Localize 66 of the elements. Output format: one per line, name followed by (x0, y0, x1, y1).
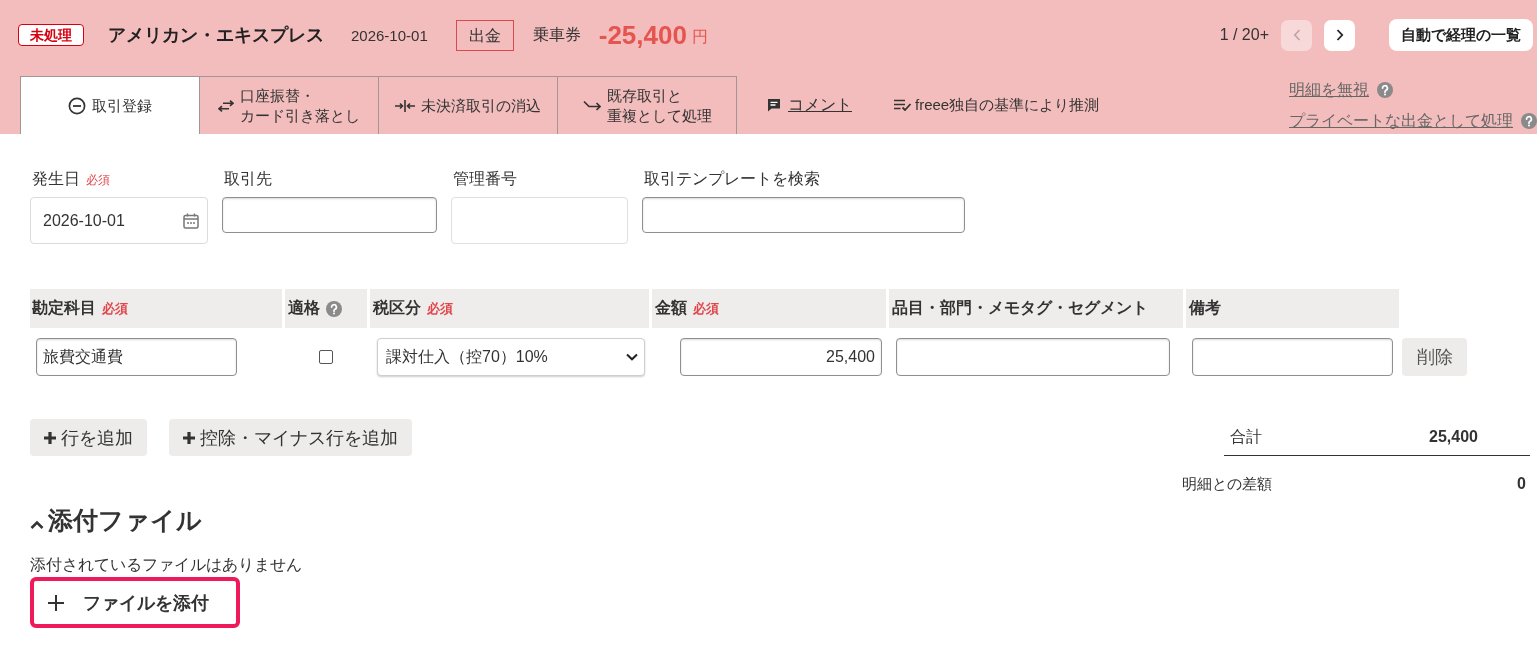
column-label: 品目・部門・メモタグ・セグメント (892, 298, 1148, 318)
date-field[interactable]: 2026-10-01 (30, 197, 208, 244)
summary-label: 合計 (1230, 426, 1262, 447)
caret-icon (626, 353, 638, 361)
help-icon[interactable] (1521, 113, 1537, 129)
required-label: 必須 (427, 299, 453, 318)
plus-icon (43, 430, 57, 445)
field-label: 管理番号 (453, 169, 517, 189)
action-link[interactable]: 明細を無視 (1289, 80, 1369, 100)
calendar-icon[interactable] (183, 212, 199, 229)
next-button[interactable] (1324, 19, 1355, 51)
help-icon[interactable] (326, 300, 342, 317)
column-label: 適格 (288, 298, 320, 318)
field-label: 発生日 (32, 169, 80, 189)
swap-arrows-icon (218, 99, 234, 112)
required-label: 必須 (693, 299, 719, 318)
field-label: 取引先 (224, 169, 272, 189)
chevron-left-icon (1292, 29, 1301, 41)
amount-field[interactable]: 25,400 (680, 338, 882, 376)
checkbox[interactable] (319, 350, 333, 364)
add-row-button[interactable]: 控除・マイナス行を追加 (169, 419, 412, 456)
comment-link[interactable]: コメント (767, 94, 852, 116)
summary-value: 25,400 (1429, 428, 1478, 446)
speech-bubble-icon (767, 98, 781, 112)
list-button[interactable]: 自動で経理の一覧 (1389, 19, 1533, 51)
empty-message: 添付されているファイルはありません (30, 555, 302, 575)
amount-value: -25,400 (598, 19, 687, 51)
column-label: 勘定科目 (32, 298, 96, 318)
account-name: アメリカン・エキスプレス (108, 24, 324, 47)
column-label: 備考 (1189, 298, 1221, 318)
converging-arrows-icon (395, 99, 415, 112)
help-icon[interactable] (1377, 82, 1393, 98)
tab[interactable]: 取引登録 (20, 76, 200, 134)
plus-icon (47, 593, 65, 612)
transaction-date: 2026-10-01 (351, 26, 428, 44)
pager-position: 1 / 20+ (1219, 26, 1269, 44)
input-field[interactable] (642, 197, 965, 233)
delete-button[interactable]: 削除 (1402, 338, 1467, 376)
section-title: 添付ファイル (48, 505, 202, 535)
column-label: 金額 (655, 298, 687, 318)
chevron-up-icon[interactable] (30, 520, 44, 529)
tax-select[interactable]: 課対仕入（控70）10% (377, 338, 645, 376)
estimation-note: freee独自の基準により推測 (915, 95, 1100, 115)
direction-label: 出金 (455, 19, 514, 51)
list-check-icon (894, 99, 912, 111)
required-label: 必須 (86, 172, 110, 189)
field-label: 取引テンプレートを検索 (644, 169, 820, 189)
input-field[interactable] (222, 197, 437, 233)
column-label: 税区分 (373, 298, 421, 318)
tab[interactable]: 既存取引と 重複として処理 (557, 76, 737, 134)
minus-circle-icon (68, 96, 86, 115)
chevron-right-icon (1335, 29, 1344, 41)
tag-field[interactable] (896, 338, 1170, 376)
add-row-button[interactable]: 行を追加 (30, 419, 147, 456)
status-badge: 未処理 (18, 24, 84, 46)
description-text: 乗車券 (532, 24, 581, 45)
summary-label: 明細との差額 (1182, 474, 1272, 494)
action-link[interactable]: プライベートな出金として処理 (1289, 111, 1513, 131)
note-field[interactable] (1192, 338, 1393, 376)
attach-file-button[interactable]: ファイルを添付 (30, 577, 240, 628)
account-field[interactable]: 旅費交通費 (36, 338, 237, 376)
summary-value: 0 (1517, 475, 1526, 493)
plus-icon (182, 430, 196, 445)
required-label: 必須 (102, 299, 128, 318)
merge-arrow-icon (582, 99, 601, 112)
currency-label: 円 (691, 26, 708, 47)
